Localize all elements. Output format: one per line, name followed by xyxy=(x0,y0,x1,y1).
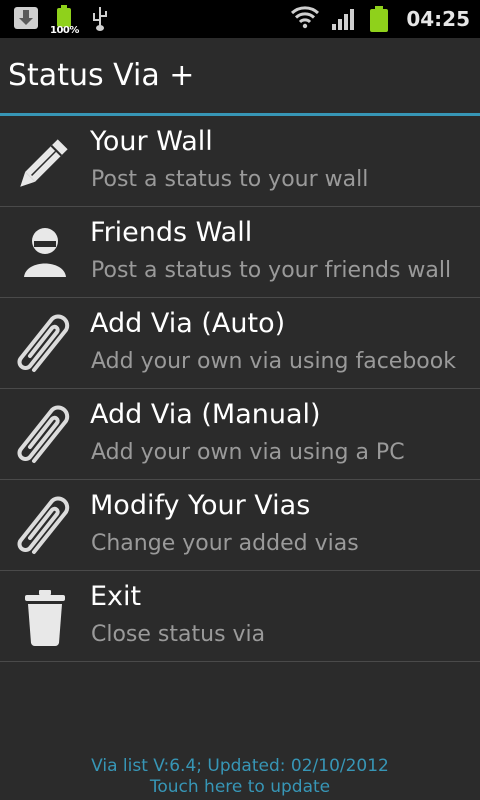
paperclip-icon xyxy=(12,403,78,467)
trash-icon xyxy=(12,585,78,649)
system-icons: 04:25 xyxy=(290,0,470,38)
menu-item-exit[interactable]: Exit Close status via xyxy=(0,571,480,662)
pencil-icon xyxy=(12,130,78,194)
usb-icon xyxy=(90,5,110,31)
menu-item-subtitle: Add your own via using a PC xyxy=(91,440,405,465)
menu-item-subtitle: Post a status to your wall xyxy=(91,167,369,192)
menu-item-subtitle: Post a status to your friends wall xyxy=(91,258,452,283)
footer[interactable]: Via list V:6.4; Updated: 02/10/2012 Touc… xyxy=(0,756,480,798)
wifi-icon xyxy=(290,5,320,33)
menu-item-subtitle: Change your added vias xyxy=(91,531,359,556)
paperclip-icon xyxy=(12,312,78,376)
notification-icons: 100% xyxy=(14,5,110,36)
menu-item-title: Your Wall xyxy=(90,126,213,157)
version-info[interactable]: Via list V:6.4; Updated: 02/10/2012 xyxy=(0,756,480,777)
menu-item-title: Exit xyxy=(90,581,142,612)
battery-percent: 100% xyxy=(50,25,79,36)
menu-item-friends-wall[interactable]: Friends Wall Post a status to your frien… xyxy=(0,207,480,298)
menu-item-title: Add Via (Manual) xyxy=(90,399,321,430)
page-title: Status Via + xyxy=(8,58,195,93)
update-link[interactable]: Touch here to update xyxy=(0,777,480,798)
menu-item-modify-vias[interactable]: Modify Your Vias Change your added vias xyxy=(0,480,480,571)
status-bar: 100% 04:25 xyxy=(0,0,480,38)
paperclip-icon xyxy=(12,494,78,558)
battery-icon: 100% xyxy=(50,5,79,36)
main-menu: Your Wall Post a status to your wall Fri… xyxy=(0,116,480,662)
menu-item-add-via-manual[interactable]: Add Via (Manual) Add your own via using … xyxy=(0,389,480,480)
signal-icon xyxy=(332,8,358,30)
menu-item-subtitle: Close status via xyxy=(91,622,266,647)
clock: 04:25 xyxy=(406,7,470,31)
menu-item-title: Friends Wall xyxy=(90,217,253,248)
menu-item-your-wall[interactable]: Your Wall Post a status to your wall xyxy=(0,116,480,207)
menu-item-subtitle: Add your own via using facebook xyxy=(91,349,456,374)
menu-item-title: Modify Your Vias xyxy=(90,490,311,521)
battery-icon xyxy=(370,6,389,32)
person-icon xyxy=(12,221,78,285)
menu-item-add-via-auto[interactable]: Add Via (Auto) Add your own via using fa… xyxy=(0,298,480,389)
download-icon xyxy=(14,7,38,29)
menu-item-title: Add Via (Auto) xyxy=(90,308,286,339)
title-bar: Status Via + xyxy=(0,38,480,113)
